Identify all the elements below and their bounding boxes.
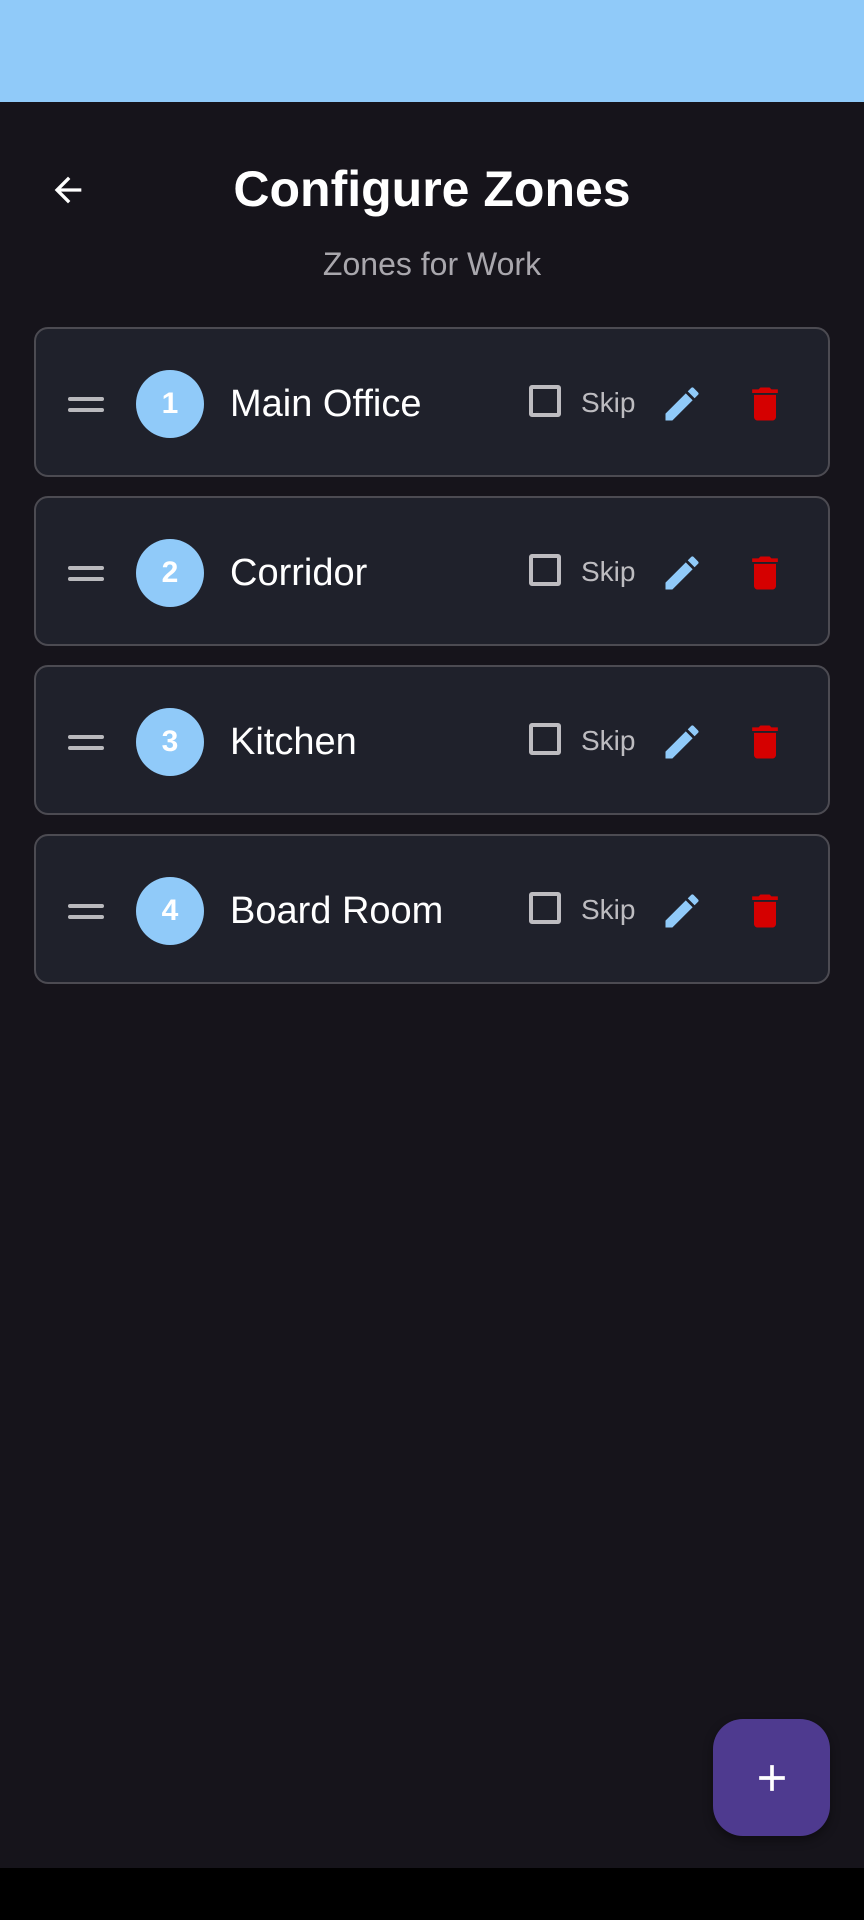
delete-zone-button[interactable] [739,378,791,430]
page-title: Configure Zones [233,161,631,217]
delete-zone-button[interactable] [739,716,791,768]
drag-handle-icon[interactable] [66,722,106,762]
navigation-bar [0,1868,864,1920]
zone-number-badge: 1 [136,370,204,438]
skip-label: Skip [581,556,636,587]
skip-checkbox[interactable] [529,892,561,924]
delete-zone-button[interactable] [739,547,791,599]
zone-list: 1 Main Office Skip 2 Corridor Skip 3 Kit… [34,327,830,1003]
trash-icon [752,556,778,590]
pencil-icon [665,556,699,590]
trash-icon [752,894,778,928]
configure-zones-screen: Configure Zones Zones for Work 1 Main Of… [0,102,864,1868]
trash-icon [752,387,778,421]
pencil-icon [665,387,699,421]
edit-zone-button[interactable] [656,547,708,599]
page-subtitle: Zones for Work [322,246,542,282]
zone-number-badge: 2 [136,539,204,607]
zone-card: 3 Kitchen Skip [34,665,830,815]
drag-handle-icon[interactable] [66,553,106,593]
zone-card: 1 Main Office Skip [34,327,830,477]
status-bar [0,0,864,102]
zone-name: Kitchen [230,721,357,763]
trash-icon [752,725,778,759]
delete-zone-button[interactable] [739,885,791,937]
zone-name: Main Office [230,383,422,425]
skip-checkbox[interactable] [529,723,561,755]
skip-label: Skip [581,725,636,756]
zone-name: Corridor [230,552,368,594]
zone-name: Board Room [230,890,444,932]
skip-label: Skip [581,387,636,418]
drag-handle-icon[interactable] [66,384,106,424]
skip-checkbox[interactable] [529,385,561,417]
pencil-icon [665,725,699,759]
zone-number-badge: 4 [136,877,204,945]
zone-card: 2 Corridor Skip [34,496,830,646]
pencil-icon [665,894,699,928]
zone-card: 4 Board Room Skip [34,834,830,984]
edit-zone-button[interactable] [656,885,708,937]
zone-number-badge: 3 [136,708,204,776]
plus-icon [758,1764,785,1791]
edit-zone-button[interactable] [656,378,708,430]
edit-zone-button[interactable] [656,716,708,768]
skip-label: Skip [581,894,636,925]
drag-handle-icon[interactable] [66,891,106,931]
skip-checkbox[interactable] [529,554,561,586]
add-zone-button[interactable] [713,1719,830,1836]
